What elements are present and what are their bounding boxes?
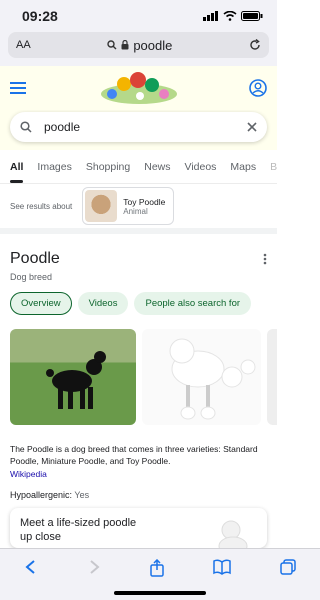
black-poodle-figure (46, 351, 106, 409)
home-indicator (114, 591, 206, 595)
hypo-label: Hypoallergenic: (10, 489, 73, 500)
kp-pills: Overview Videos People also search for (10, 292, 267, 315)
clear-icon[interactable] (247, 122, 257, 132)
safari-toolbar (0, 548, 320, 600)
search-query: poodle (44, 120, 81, 134)
white-poodle-image[interactable] (141, 329, 262, 425)
share-icon[interactable] (149, 559, 165, 577)
pill-overview[interactable]: Overview (10, 292, 72, 315)
section-divider (0, 228, 277, 234)
see-results-about: See results about Toy Poodle Animal (0, 184, 277, 228)
search-tabs: All Images Shopping News Videos Maps B (0, 150, 277, 184)
entity-chip-toy-poodle[interactable]: Toy Poodle Animal (82, 187, 175, 225)
tab-images[interactable]: Images (37, 161, 71, 173)
account-icon[interactable] (249, 79, 267, 97)
card-text: Meet a life-sized poodle up close (20, 516, 137, 544)
tab-maps[interactable]: Maps (230, 161, 256, 173)
tab-news[interactable]: News (144, 161, 170, 173)
knowledge-panel: Poodle Dog breed Overview Videos People … (0, 250, 277, 315)
status-bar: 09:28 (0, 0, 277, 32)
kp-subtitle: Dog breed (10, 272, 53, 282)
url-display[interactable]: poodle (107, 38, 172, 53)
life-sized-poodle-card[interactable]: Meet a life-sized poodle up close (10, 508, 267, 548)
description-text: The Poodle is a dog breed that comes in … (10, 444, 258, 467)
search-input[interactable]: poodle (10, 112, 267, 142)
see-results-label: See results about (10, 201, 73, 211)
bookmarks-icon[interactable] (213, 559, 232, 575)
signal-icon (203, 11, 218, 21)
search-icon (107, 40, 117, 50)
entity-name: Toy Poodle (123, 196, 166, 207)
tab-more[interactable]: B (270, 161, 277, 173)
black-poodle-image[interactable] (10, 329, 136, 425)
search-area: poodle (0, 110, 277, 150)
pill-videos[interactable]: Videos (77, 292, 129, 315)
reader-aa-button[interactable]: AA (16, 39, 31, 51)
next-image-preview[interactable] (267, 329, 277, 425)
kp-title: Poodle (10, 250, 60, 267)
back-icon[interactable] (24, 559, 38, 575)
hypo-value: Yes (74, 489, 90, 500)
white-poodle-figure (169, 338, 256, 420)
more-options-icon[interactable] (263, 253, 267, 265)
kp-description: The Poodle is a dog breed that comes in … (0, 443, 277, 480)
pill-people-also-search[interactable]: People also search for (134, 292, 252, 315)
address-field[interactable]: AA poodle (8, 32, 269, 58)
entity-type: Animal (123, 206, 148, 216)
wikipedia-link[interactable]: Wikipedia (10, 469, 47, 479)
wifi-icon (223, 11, 237, 21)
google-doodle-logo[interactable] (94, 70, 184, 108)
tab-shopping[interactable]: Shopping (86, 161, 130, 173)
tab-videos[interactable]: Videos (185, 161, 217, 173)
search-icon (20, 121, 32, 133)
status-icons (203, 11, 263, 21)
hypoallergenic-row: Hypoallergenic: Yes (0, 490, 277, 500)
lock-icon (121, 40, 129, 50)
battery-icon (241, 11, 263, 21)
safari-address-bar: AA poodle (0, 32, 277, 66)
google-header (0, 66, 277, 110)
url-text: poodle (133, 37, 173, 53)
poodle-3d-thumbnail (218, 520, 248, 548)
status-time: 09:28 (22, 8, 58, 24)
kp-image-strip (0, 329, 277, 425)
toy-poodle-thumbnail (85, 190, 118, 222)
forward-icon[interactable] (87, 559, 101, 575)
menu-icon[interactable] (10, 82, 26, 94)
tabs-icon[interactable] (280, 559, 296, 575)
reload-icon[interactable] (249, 39, 261, 51)
tab-all[interactable]: All (10, 161, 24, 183)
